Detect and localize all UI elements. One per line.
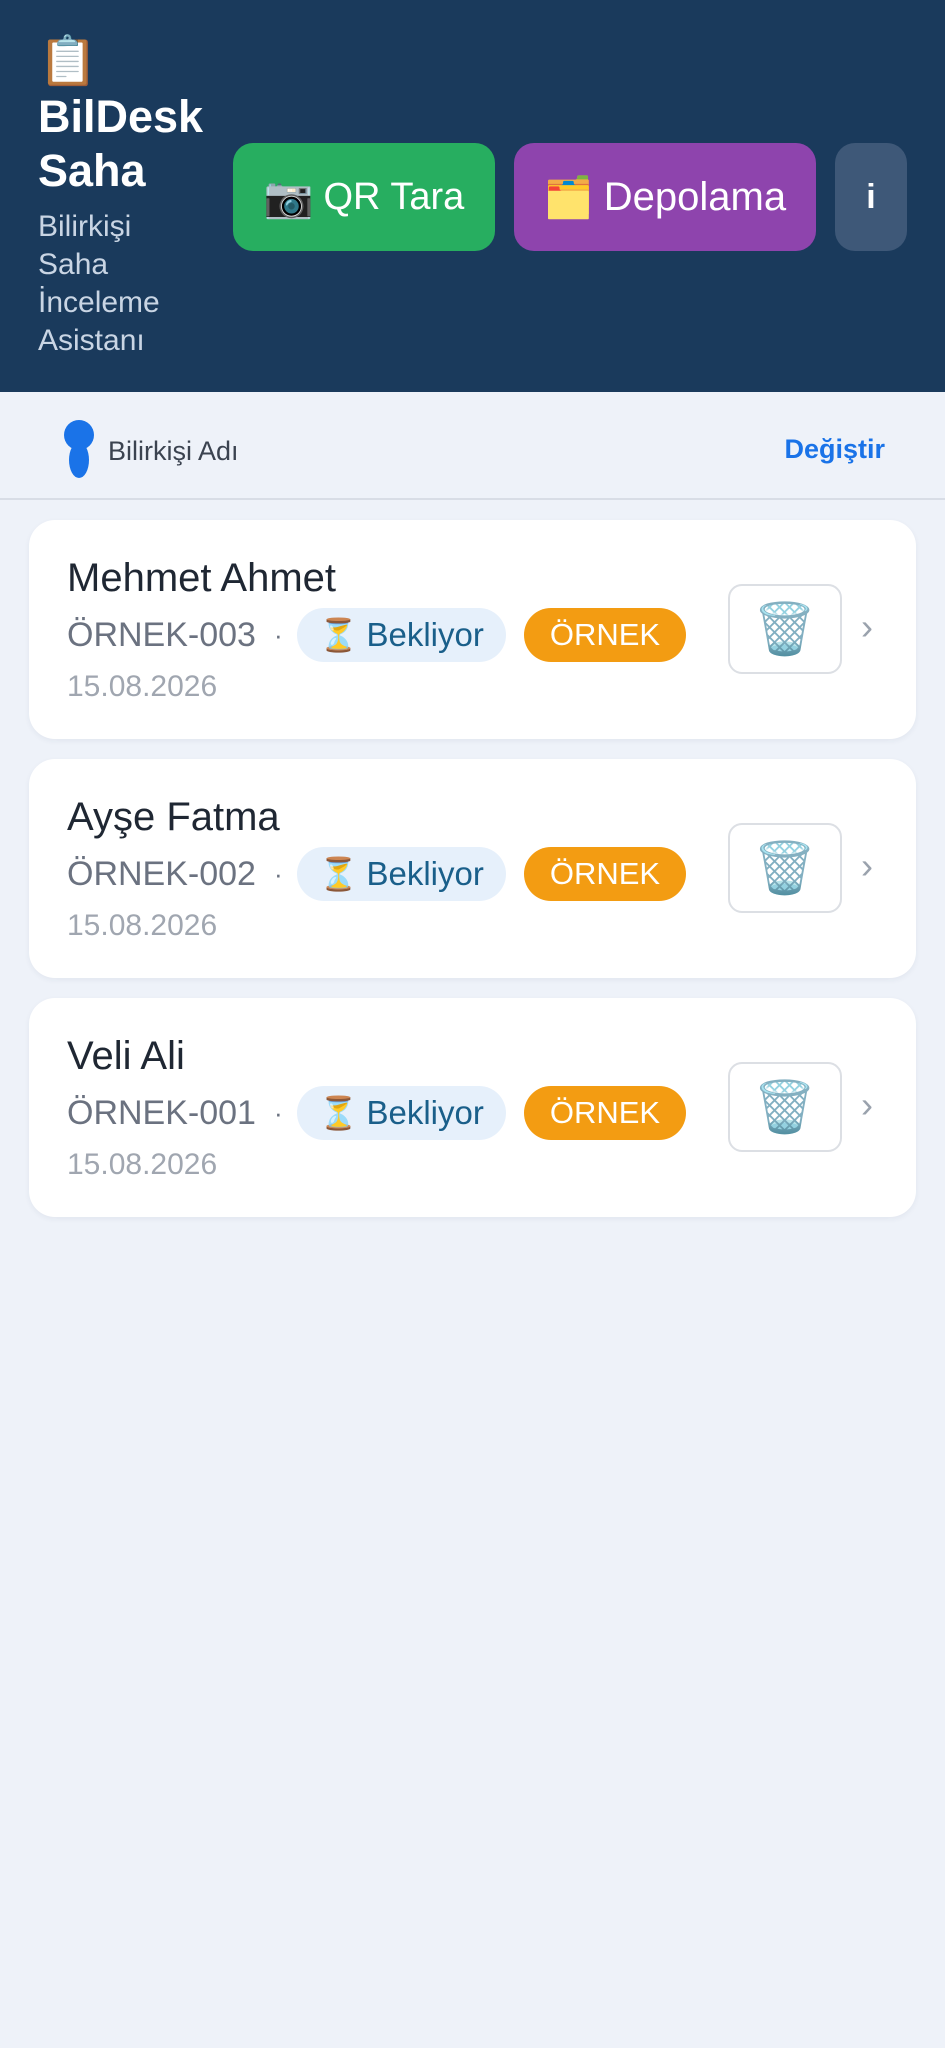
info-icon: i <box>866 177 876 216</box>
sample-badge: ÖRNEK <box>523 847 687 901</box>
hourglass-icon: ⏳ <box>318 1095 359 1131</box>
sample-badge: ÖRNEK <box>523 608 687 662</box>
case-name: Ayşe Fatma <box>67 795 280 839</box>
chevron-right-icon: › <box>861 845 873 886</box>
case-card[interactable]: Mehmet Ahmet ÖRNEK-003 · ⏳ Bekliyor ÖRNE… <box>29 520 916 739</box>
app-subtitle: Bilirkişi Saha İnceleme Asistanı <box>38 210 160 357</box>
chevron-right-icon: › <box>861 606 873 647</box>
case-date: 15.08.2026 <box>67 1148 218 1181</box>
case-code: ÖRNEK-003 <box>67 615 256 654</box>
case-meta: ÖRNEK-002 · ⏳ Bekliyor ÖRNEK <box>67 847 687 901</box>
status-badge: ⏳ Bekliyor <box>296 1086 506 1140</box>
case-date: 15.08.2026 <box>67 670 218 703</box>
storage-label: Depolama <box>603 174 787 219</box>
delete-button[interactable]: 🗑️ <box>728 584 842 674</box>
case-name: Veli Ali <box>67 1034 185 1078</box>
separator: · <box>273 1097 283 1128</box>
change-user-link[interactable]: Değiştir <box>784 434 885 465</box>
trash-icon: 🗑️ <box>753 839 817 896</box>
qr-scan-button[interactable]: 📷 QR Tara <box>233 143 495 251</box>
trash-icon: 🗑️ <box>753 1078 817 1135</box>
case-date: 15.08.2026 <box>67 909 218 942</box>
status-label: Bekliyor <box>366 855 484 892</box>
storage-button[interactable]: 🗂️ Depolama <box>514 143 816 251</box>
info-button[interactable]: i <box>835 143 907 251</box>
trash-icon: 🗑️ <box>753 600 817 657</box>
folder-icon: 🗂️ <box>543 175 594 220</box>
app-header: 📋 BilDesk Saha Bilirkişi Saha İnceleme A… <box>0 0 945 392</box>
status-label: Bekliyor <box>366 616 484 653</box>
delete-button[interactable]: 🗑️ <box>728 823 842 913</box>
chevron-right-icon: › <box>861 1084 873 1125</box>
hourglass-icon: ⏳ <box>318 617 359 653</box>
case-code: ÖRNEK-001 <box>67 1093 256 1132</box>
case-card[interactable]: Ayşe Fatma ÖRNEK-002 · ⏳ Bekliyor ÖRNEK … <box>29 759 916 978</box>
case-card[interactable]: Veli Ali ÖRNEK-001 · ⏳ Bekliyor ÖRNEK 15… <box>29 998 916 1217</box>
user-bar: Bilirkişi Adı Değiştir <box>0 392 945 500</box>
delete-button[interactable]: 🗑️ <box>728 1062 842 1152</box>
case-code: ÖRNEK-002 <box>67 854 256 893</box>
case-name: Mehmet Ahmet <box>67 556 337 600</box>
case-meta: ÖRNEK-003 · ⏳ Bekliyor ÖRNEK <box>67 608 687 662</box>
sample-badge: ÖRNEK <box>523 1086 687 1140</box>
clipboard-icon: 📋 <box>38 35 98 88</box>
qr-scan-label: QR Tara <box>323 175 465 218</box>
user-icon <box>64 420 94 480</box>
case-meta: ÖRNEK-001 · ⏳ Bekliyor ÖRNEK <box>67 1086 687 1140</box>
separator: · <box>273 619 283 650</box>
camera-icon: 📷 <box>263 175 314 220</box>
hourglass-icon: ⏳ <box>318 856 359 892</box>
status-badge: ⏳ Bekliyor <box>296 608 506 662</box>
status-badge: ⏳ Bekliyor <box>296 847 506 901</box>
expert-name: Bilirkişi Adı <box>108 436 239 466</box>
separator: · <box>273 858 283 889</box>
status-label: Bekliyor <box>366 1094 484 1131</box>
app-title: BilDesk Saha <box>38 91 204 196</box>
brand: 📋 BilDesk Saha Bilirkişi Saha İnceleme A… <box>38 34 228 360</box>
